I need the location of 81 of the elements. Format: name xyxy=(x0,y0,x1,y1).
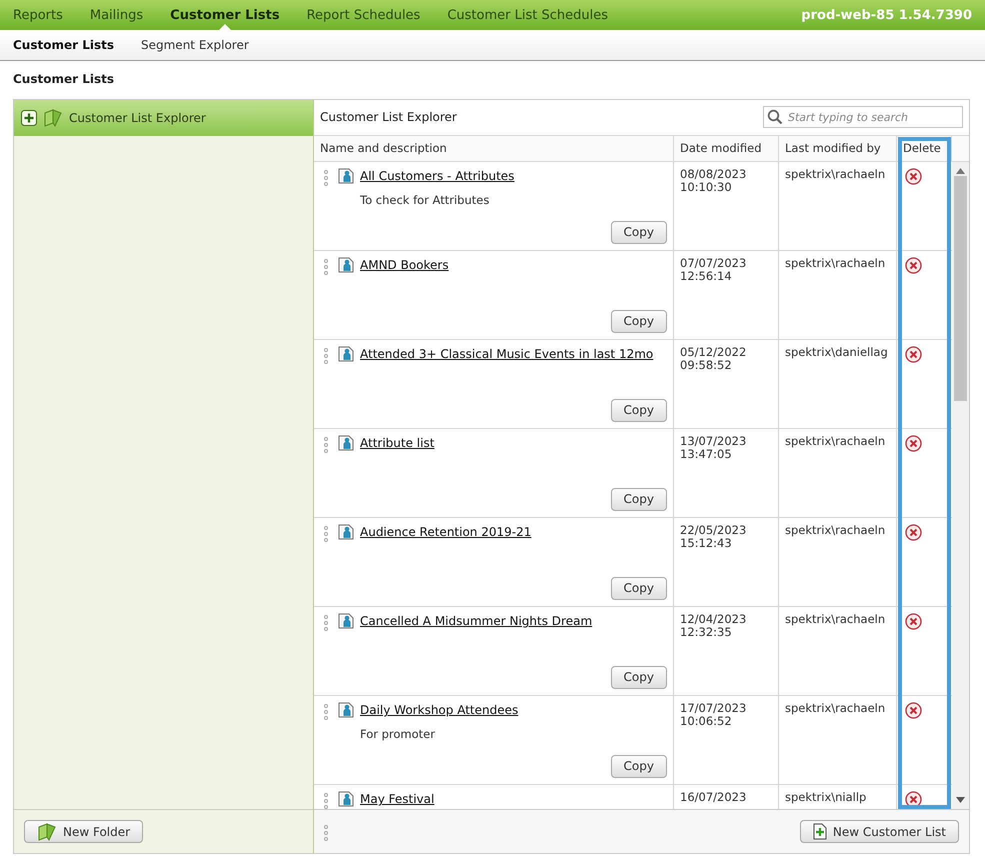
list-name-link[interactable]: Attribute list xyxy=(360,436,667,450)
list-name-link[interactable]: Audience Retention 2019-21 xyxy=(360,525,667,540)
date-text: 07/07/2023 xyxy=(680,256,748,270)
date-text: 17/07/2023 xyxy=(680,702,748,716)
copy-button[interactable]: Copy xyxy=(610,754,667,778)
customer-list-icon xyxy=(338,522,354,540)
nav-tab[interactable]: Report Schedules xyxy=(306,0,420,30)
scrollbar[interactable] xyxy=(952,162,969,810)
list-name-link[interactable]: Cancelled A Midsummer Nights Dream xyxy=(360,614,667,628)
list-name-link[interactable]: May Festival xyxy=(360,792,667,806)
time-text: 15:12:43 xyxy=(680,537,733,550)
add-icon[interactable] xyxy=(21,110,37,126)
user-name: spektrix\niallp xyxy=(785,790,866,804)
delete-icon[interactable] xyxy=(905,524,922,541)
list-description: To check for Attributes xyxy=(360,192,490,207)
delete-icon[interactable] xyxy=(905,702,922,719)
customer-list-icon xyxy=(338,700,354,718)
list-name-link[interactable]: Daily Workshop Attendees xyxy=(360,703,667,718)
time-text: 09:58:52 xyxy=(680,359,733,372)
delete-icon[interactable] xyxy=(905,256,922,274)
list-name-link[interactable]: All Customers - Attributes xyxy=(360,169,667,184)
time-text: 12:32:35 xyxy=(680,626,733,640)
copy-button[interactable]: Copy xyxy=(610,666,667,689)
user-name: spektrix\rachaeln xyxy=(785,700,886,715)
column-header: Delete xyxy=(897,136,952,161)
customer-list-icon xyxy=(338,612,354,629)
nav-tab[interactable]: Mailings xyxy=(90,0,144,30)
search-icon xyxy=(767,109,783,126)
explorer-title: Customer List Explorer xyxy=(320,110,457,124)
delete-icon[interactable] xyxy=(905,168,922,185)
date-text: 13/07/2023 xyxy=(680,434,748,448)
date-text: 22/05/2023 xyxy=(680,524,748,538)
column-header: Last modified by xyxy=(779,136,897,161)
user-name: spektrix\rachaeln xyxy=(785,522,886,537)
list-name-link[interactable]: AMND Bookers xyxy=(360,258,667,272)
customer-list-icon xyxy=(338,256,354,273)
new-folder-button[interactable]: New Folder xyxy=(24,820,144,843)
time-text: 13:47:05 xyxy=(680,448,733,462)
new-customer-list-button[interactable]: New Customer List xyxy=(800,820,959,844)
user-name: spektrix\rachaeln xyxy=(785,612,886,626)
sub-nav-tab[interactable]: Customer Lists xyxy=(13,38,114,52)
list-description: For promoter xyxy=(360,726,436,741)
page-title: Customer Lists xyxy=(13,72,115,86)
nav-tab[interactable]: Customer List Schedules xyxy=(447,0,608,30)
folder-icon xyxy=(43,109,63,127)
copy-button[interactable]: Copy xyxy=(610,398,667,422)
delete-icon[interactable] xyxy=(905,434,922,452)
user-name: spektrix\rachaeln xyxy=(785,166,886,181)
time-text: 10:10:30 xyxy=(680,181,733,194)
explorer-title[interactable]: Customer List Explorer xyxy=(69,111,206,125)
customer-list-icon xyxy=(338,166,354,184)
nav-tab[interactable]: Reports xyxy=(13,0,63,30)
scroll-thumb[interactable] xyxy=(954,176,967,401)
scroll-down-icon[interactable] xyxy=(956,797,965,804)
customer-list-icon xyxy=(338,344,354,362)
server-version: prod-web-85 1.54.7390 xyxy=(801,8,972,22)
copy-button[interactable]: Copy xyxy=(610,310,667,333)
date-text: 05/12/2022 xyxy=(680,346,748,360)
time-text: 12:56:14 xyxy=(680,270,733,284)
time-text: 10:06:52 xyxy=(680,715,733,728)
customer-list-icon xyxy=(338,790,354,807)
sub-nav-tab[interactable]: Segment Explorer xyxy=(141,38,249,52)
delete-icon[interactable] xyxy=(905,346,922,363)
copy-button[interactable]: Copy xyxy=(610,576,667,600)
new-document-icon xyxy=(812,823,827,840)
user-name: spektrix\daniellag xyxy=(785,344,888,359)
list-name-link[interactable]: Attended 3+ Classical Music Events in last 12mo xyxy=(360,347,667,362)
column-header: Date modified xyxy=(674,136,779,161)
search-field[interactable]: Start typing to search xyxy=(763,106,963,128)
date-text: 16/07/2023 xyxy=(680,790,748,804)
column-header: Name and description xyxy=(314,136,674,161)
folder-icon xyxy=(37,822,57,840)
date-text: 08/08/2023 xyxy=(680,168,748,182)
date-text: 12/04/2023 xyxy=(680,612,748,626)
delete-icon[interactable] xyxy=(905,790,922,808)
user-name: spektrix\rachaeln xyxy=(785,434,886,448)
copy-button[interactable]: Copy xyxy=(610,488,667,511)
user-name: spektrix\rachaeln xyxy=(785,256,886,270)
copy-button[interactable]: Copy xyxy=(610,220,667,244)
customer-list-icon xyxy=(338,434,354,451)
delete-icon[interactable] xyxy=(905,612,922,630)
